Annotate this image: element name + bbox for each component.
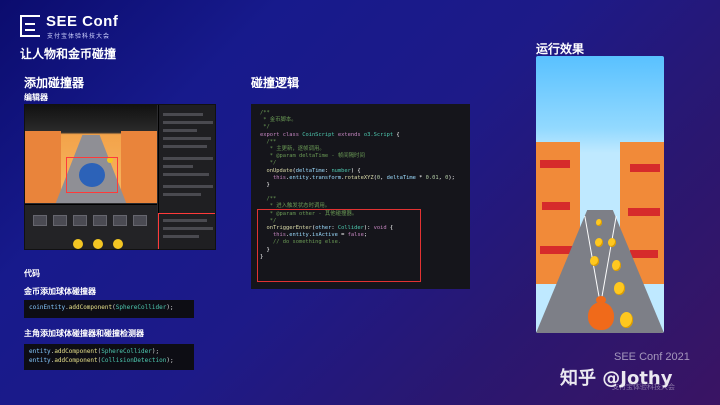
code-line: * 金币脚本。 [260, 117, 297, 124]
asset-coin-icon [113, 239, 123, 249]
see-conf-logo-icon [20, 15, 40, 37]
code-label: 代码 [24, 269, 40, 278]
game-character [588, 296, 614, 330]
brand-title: SEE Conf [46, 13, 119, 30]
asset-thumbnail [133, 215, 147, 226]
section-title-collision-logic: 碰撞逻辑 [251, 76, 300, 90]
coin-code-snippet: coinEntity.addComponent(SphereCollider); [24, 300, 194, 318]
code-line: * @param deltaTime - 帧间隔时间 [260, 153, 365, 160]
code-line: /** [260, 138, 277, 145]
inspector-collider-highlight [158, 213, 215, 249]
trigger-enter-highlight [257, 209, 421, 282]
conf-sub-watermark: 支付宝体验科技大会 [612, 383, 675, 391]
code-line: */ [260, 160, 277, 167]
player-collider-title: 主角添加球体碰撞器和碰撞检测器 [24, 329, 144, 338]
coin-icon [590, 256, 599, 266]
coin-collider-title: 金币添加球体碰撞器 [24, 287, 96, 296]
editor-screenshot [24, 104, 216, 250]
asset-coin-icon [93, 239, 103, 249]
editor-asset-panel [25, 204, 157, 249]
coin-icon [595, 238, 603, 247]
editor-scene-view [25, 105, 157, 203]
coin-icon [608, 238, 616, 247]
asset-coin-icon [73, 239, 83, 249]
coin-icon [614, 282, 625, 295]
coin-icon [596, 219, 602, 226]
asset-thumbnail [33, 215, 47, 226]
scene-building-left [25, 131, 61, 203]
page-title: 让人物和金币碰撞 [20, 47, 117, 61]
brand-subtitle: 支付宝体验科技大会 [47, 33, 111, 40]
asset-thumbnail [73, 215, 87, 226]
code-line: export class CoinScript extends o3.Scrip… [260, 131, 400, 138]
code-line: } [260, 181, 270, 188]
player-code-snippet: entity.addComponent(SphereCollider); ent… [24, 344, 194, 370]
scene-building-right [121, 131, 157, 203]
asset-thumbnail [113, 215, 127, 226]
game-preview [536, 56, 664, 333]
coin-icon [612, 260, 621, 271]
coin-icon [620, 312, 633, 328]
section-title-run-result: 运行效果 [536, 42, 585, 56]
scene-selection-box [66, 157, 118, 193]
code-line: this.entity.transform.rotateXYZ(0, delta… [260, 174, 455, 181]
asset-thumbnail [93, 215, 107, 226]
section-title-add-collider: 添加碰撞器 [24, 76, 85, 90]
code-line: onUpdate(deltaTime: number) { [260, 167, 361, 174]
asset-thumbnail [53, 215, 67, 226]
code-line: */ [260, 124, 270, 131]
conf-watermark: SEE Conf 2021 [614, 351, 690, 363]
editor-label: 编辑器 [24, 93, 48, 102]
